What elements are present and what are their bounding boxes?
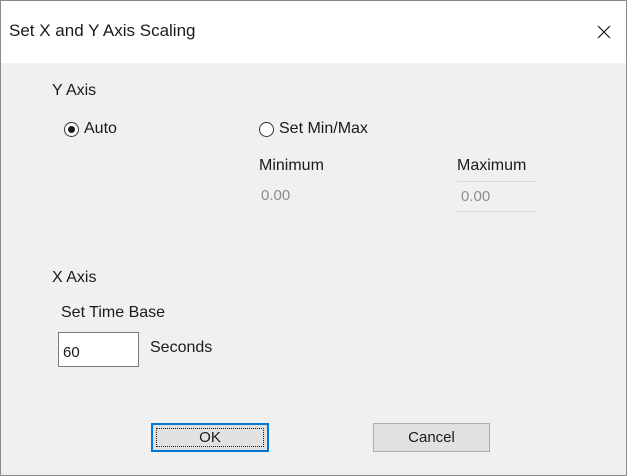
minimum-field: 0.00: [261, 187, 291, 204]
time-base-input[interactable]: [58, 332, 139, 367]
minimum-label: Minimum: [259, 157, 324, 174]
maximum-label: Maximum: [457, 157, 527, 174]
time-base-label: Set Time Base: [61, 304, 166, 321]
cancel-button[interactable]: Cancel: [373, 423, 490, 452]
set-minmax-radio-label[interactable]: Set Min/Max: [279, 120, 368, 138]
x-axis-group-label: X Axis: [52, 269, 97, 286]
y-axis-group-label: Y Axis: [52, 82, 97, 99]
seconds-label: Seconds: [150, 339, 213, 356]
ok-button-focus-rect: [156, 428, 264, 447]
ok-button[interactable]: OK: [151, 423, 269, 452]
set-minmax-radio[interactable]: [259, 122, 274, 137]
close-button[interactable]: [588, 17, 620, 47]
dialog-title: Set X and Y Axis Scaling: [9, 21, 196, 40]
close-icon: [597, 25, 611, 39]
auto-radio[interactable]: [64, 122, 79, 137]
title-bar: Set X and Y Axis Scaling: [1, 1, 626, 63]
cancel-button-label: Cancel: [408, 429, 455, 446]
axis-scaling-dialog: Set X and Y Axis Scaling Y Axis Auto Set…: [0, 0, 627, 476]
maximum-field: 0.00: [457, 182, 537, 212]
auto-radio-label[interactable]: Auto: [84, 120, 117, 138]
